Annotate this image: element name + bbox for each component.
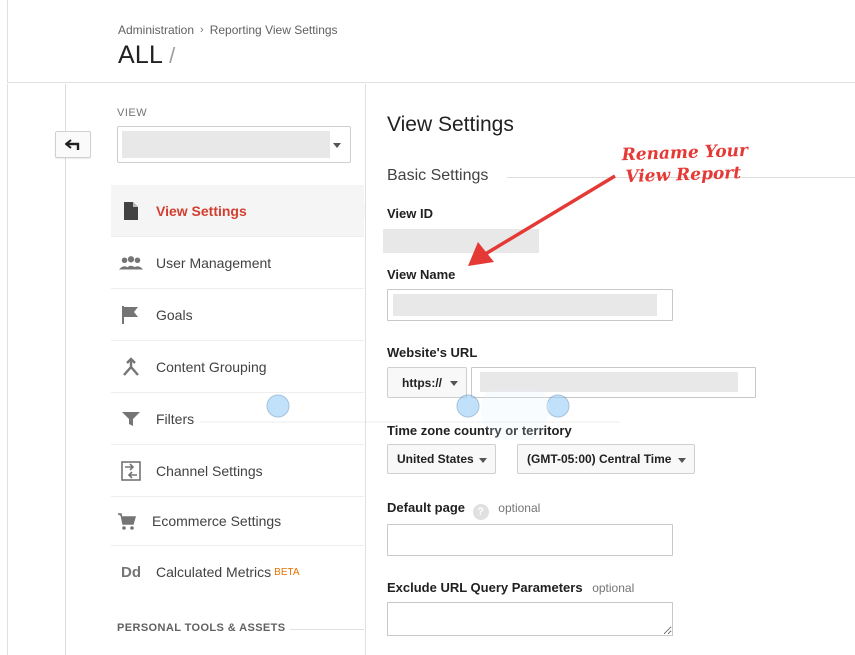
sidebar-item-label: Ecommerce Settings	[152, 513, 282, 529]
website-url-label: Website's URL	[387, 345, 478, 360]
breadcrumb: Administration › Reporting View Settings	[118, 23, 338, 37]
view-label: VIEW	[117, 107, 148, 119]
breadcrumb-separator: ›	[200, 24, 204, 36]
filter-icon	[119, 407, 143, 431]
protocol-dropdown[interactable]: https://	[387, 367, 467, 398]
calculated-metrics-icon: Dd	[121, 563, 141, 581]
back-arrow-icon	[65, 138, 80, 150]
view-id-label: View ID	[387, 206, 434, 221]
view-name-field[interactable]	[387, 289, 673, 321]
users-icon	[119, 251, 143, 275]
back-button[interactable]	[55, 131, 91, 158]
sidebar-item-label: Goals	[156, 306, 193, 323]
help-icon[interactable]: ?	[472, 504, 489, 520]
default-page-label: Default page ? optional	[387, 500, 540, 520]
chevron-down-icon	[450, 381, 458, 386]
sidebar-item-ecommerce-settings[interactable]: Ecommerce Settings	[111, 497, 364, 546]
chevron-down-icon	[333, 143, 341, 148]
cart-icon	[115, 509, 139, 533]
view-name-label: View Name	[387, 267, 456, 282]
website-url-value-redacted	[480, 372, 738, 392]
title-slash: /	[169, 43, 176, 68]
sidebar-item-label: User Management	[156, 254, 272, 271]
flag-icon	[119, 303, 143, 327]
timezone-label: Time zone country or territory	[387, 423, 572, 438]
chevron-down-icon	[479, 458, 487, 463]
sidebar-item-calculated-metrics[interactable]: Dd Calculated Metrics BETA	[111, 546, 364, 598]
breadcrumb-administration[interactable]: Administration	[118, 23, 194, 37]
sidebar-item-label: Calculated Metrics	[156, 564, 272, 580]
view-selector[interactable]	[117, 126, 351, 163]
sidebar-item-label: Content Grouping	[156, 358, 267, 375]
annotation-arrow	[468, 174, 616, 266]
panel-title: View Settings	[387, 113, 514, 136]
country-value: United States	[397, 452, 474, 466]
sidebar-item-view-settings[interactable]: View Settings	[111, 185, 372, 237]
sidebar-item-filters[interactable]: Filters	[111, 393, 364, 445]
account-name: ALL	[118, 41, 164, 69]
view-select-value-redacted	[122, 131, 330, 158]
sidebar-item-content-grouping[interactable]: Content Grouping	[111, 341, 364, 393]
sidebar-item-label: Filters	[156, 410, 195, 427]
sidebar-nav: View Settings User Management Goals Cont…	[111, 185, 372, 598]
protocol-value: https://	[402, 375, 442, 390]
exclude-params-label: Exclude URL Query Parameters optional	[387, 580, 634, 595]
sidebar-item-user-management[interactable]: User Management	[111, 237, 364, 289]
sidebar-item-channel-settings[interactable]: Channel Settings	[111, 445, 364, 497]
content-grouping-icon	[119, 355, 143, 379]
rail-divider	[65, 84, 66, 655]
view-name-value-redacted	[393, 294, 657, 316]
exclude-params-label-text: Exclude URL Query Parameters	[387, 580, 583, 595]
timezone-dropdown[interactable]: (GMT-05:00) Central Time	[517, 444, 695, 474]
breadcrumb-reporting-view-settings[interactable]: Reporting View Settings	[210, 23, 338, 37]
country-dropdown[interactable]: United States	[387, 444, 496, 474]
sidebar-item-label: Channel Settings	[156, 462, 263, 479]
document-icon	[119, 199, 143, 223]
page-title: ALL /	[118, 41, 175, 70]
sidebar-item-goals[interactable]: Goals	[111, 289, 364, 341]
channel-settings-icon	[119, 459, 143, 483]
sidebar-item-label: View Settings	[156, 202, 247, 219]
personal-tools-heading: PERSONAL TOOLS & ASSETS	[117, 622, 286, 634]
website-url-field[interactable]	[471, 367, 756, 398]
annotation-text: Rename Your View Report	[621, 140, 749, 188]
timezone-value: (GMT-05:00) Central Time	[527, 452, 672, 466]
beta-badge: BETA	[274, 566, 300, 578]
exclude-params-field[interactable]	[387, 602, 673, 636]
section-divider	[290, 629, 364, 630]
default-page-field[interactable]	[387, 524, 673, 556]
optional-hint: optional	[592, 581, 635, 595]
optional-hint: optional	[498, 501, 541, 515]
annotation-line-2: View Report	[625, 163, 742, 188]
chevron-down-icon	[678, 458, 686, 463]
default-page-label-text: Default page	[387, 500, 466, 515]
page-header: Administration › Reporting View Settings…	[7, 0, 855, 83]
